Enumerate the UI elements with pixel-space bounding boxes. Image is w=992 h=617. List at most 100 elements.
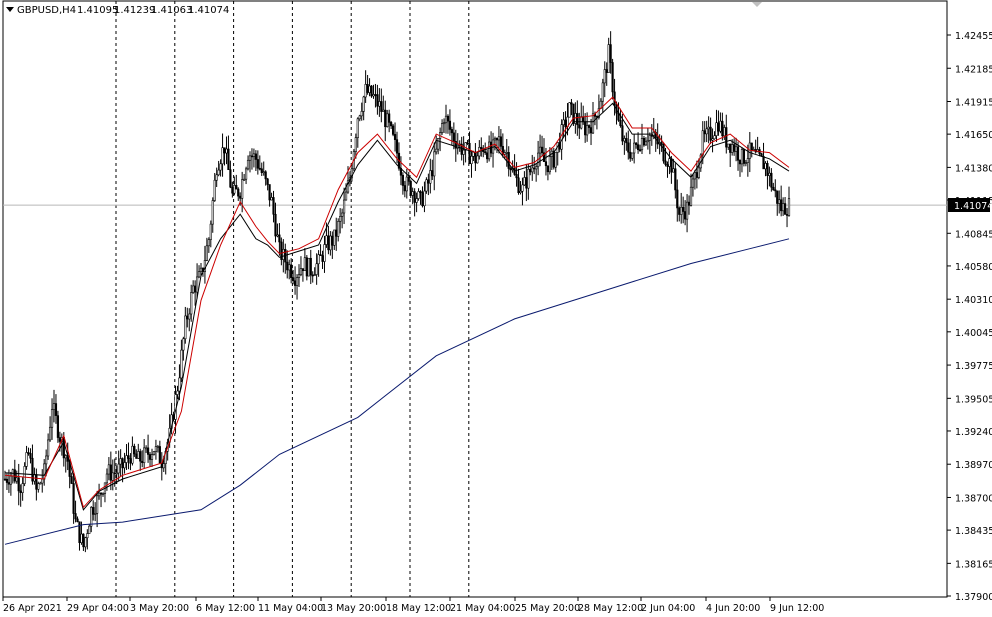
candle-body xyxy=(484,151,487,154)
candle-body xyxy=(695,172,698,178)
candle-body xyxy=(115,472,118,475)
candle-body xyxy=(313,274,316,276)
candle-body xyxy=(109,464,112,481)
time-tick-label: 28 May 12:00 xyxy=(578,603,643,614)
candle-body xyxy=(736,146,740,161)
candle-body xyxy=(670,158,673,173)
candle-body xyxy=(548,156,551,173)
candle-body xyxy=(39,482,42,485)
candle-body xyxy=(538,146,542,154)
candle-body xyxy=(733,144,736,152)
candle-body xyxy=(72,483,75,514)
candle-body xyxy=(709,126,712,141)
candle-body xyxy=(523,177,526,186)
candle-body xyxy=(92,507,95,515)
candle-body xyxy=(256,159,259,169)
price-axis: 1.424551.421851.419151.416501.413801.411… xyxy=(947,31,992,603)
candle-body xyxy=(184,315,187,340)
candle-body xyxy=(468,142,471,165)
candle-body xyxy=(772,186,775,191)
candle-body xyxy=(213,179,216,201)
candle-body xyxy=(525,177,528,189)
candle-body xyxy=(570,102,573,105)
candle-body xyxy=(139,451,142,462)
candle-body xyxy=(339,216,342,222)
candle-body xyxy=(750,142,753,151)
candle-body xyxy=(401,174,404,186)
candle-body xyxy=(9,475,12,485)
candle-body xyxy=(266,178,269,185)
candle-body xyxy=(333,229,336,246)
price-tick-label: 1.38970 xyxy=(955,460,992,471)
candle-body xyxy=(488,141,491,160)
candle-body xyxy=(717,122,720,132)
candle-body xyxy=(207,239,210,247)
price-tick-label: 1.39775 xyxy=(955,361,992,372)
candle-body xyxy=(782,203,785,212)
candle-body xyxy=(562,119,565,126)
candle-body xyxy=(260,168,263,174)
candle-body xyxy=(390,122,393,127)
candle-body xyxy=(635,142,638,146)
candle-body xyxy=(372,94,375,97)
price-chart[interactable]: GBPUSD,H4 1.41095 1.41239 1.41063 1.4107… xyxy=(0,0,992,617)
candle-body xyxy=(307,257,310,277)
candle-body xyxy=(629,151,632,159)
candle-body xyxy=(64,455,67,459)
candle-body xyxy=(195,276,199,293)
candle-body xyxy=(646,140,649,143)
candle-body xyxy=(295,277,299,286)
candle-body xyxy=(787,198,791,216)
candle-body xyxy=(766,163,769,176)
candle-body xyxy=(199,267,203,272)
candle-body xyxy=(292,277,295,282)
candle-body xyxy=(776,190,779,204)
candle-body xyxy=(262,171,265,174)
candle-body xyxy=(99,492,103,495)
candle-body xyxy=(519,190,522,194)
candle-body xyxy=(293,280,297,286)
candle-body xyxy=(219,163,222,171)
candle-body xyxy=(586,125,589,136)
candle-body xyxy=(70,476,73,484)
candle-body xyxy=(613,91,616,106)
candle-body xyxy=(521,184,524,192)
candle-body xyxy=(364,84,367,98)
candle-body xyxy=(209,223,212,240)
candle-body xyxy=(48,426,52,441)
candle-body xyxy=(146,447,150,455)
candle-body xyxy=(17,477,20,492)
candle-body xyxy=(3,478,7,481)
current-price-label: 1.41074 xyxy=(954,201,992,212)
candle-body xyxy=(27,452,30,454)
candle-body xyxy=(644,141,648,146)
price-tick-label: 1.41915 xyxy=(955,98,992,109)
candle-body xyxy=(29,453,32,459)
candle-body xyxy=(499,136,502,147)
time-tick-label: 29 Apr 04:00 xyxy=(67,603,129,614)
candle-body xyxy=(740,149,744,165)
candle-body xyxy=(264,171,267,180)
candle-body xyxy=(223,147,226,154)
candle-body xyxy=(123,462,126,469)
candle-body xyxy=(476,155,479,164)
candle-body xyxy=(472,151,475,157)
candle-body xyxy=(705,128,708,135)
candle-body xyxy=(105,473,109,484)
candle-body xyxy=(493,137,497,141)
candle-body xyxy=(517,177,520,194)
candle-body xyxy=(783,203,787,215)
candle-body xyxy=(474,151,477,164)
candle-body xyxy=(244,168,248,180)
candle-body xyxy=(148,454,152,460)
price-tick-label: 1.39240 xyxy=(955,427,992,438)
candle-body xyxy=(237,188,240,197)
candle-body xyxy=(601,82,604,102)
candle-body xyxy=(527,169,530,189)
candle-body xyxy=(274,213,277,237)
candle-body xyxy=(531,167,534,173)
candle-body xyxy=(605,69,608,73)
time-tick-label: 11 May 04:00 xyxy=(258,603,323,614)
candle-body xyxy=(341,212,344,217)
candle-body xyxy=(366,84,369,93)
